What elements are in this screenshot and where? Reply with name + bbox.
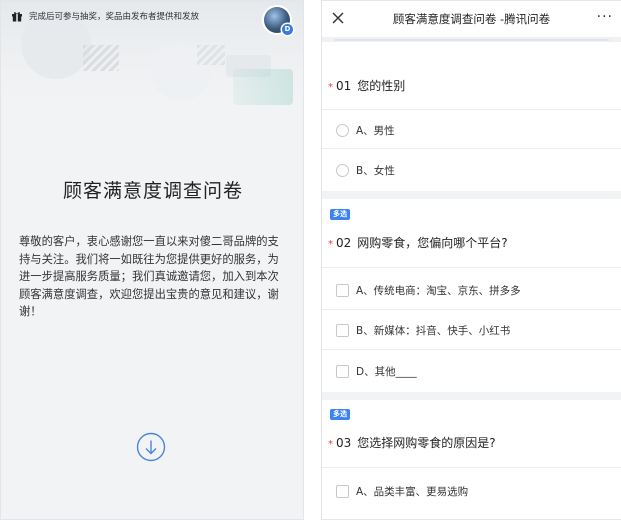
option-label: A、男性 [356, 125, 395, 137]
option-radio[interactable]: A、男性 [336, 123, 395, 138]
progress-track [322, 37, 621, 42]
question-number: 01 [336, 79, 352, 93]
survey-title: 顾客满意度调查问卷 [62, 180, 243, 202]
required-marker: * [328, 82, 333, 93]
option-checkbox[interactable]: D、其他____ [336, 364, 417, 379]
decor-green [233, 69, 293, 105]
radio-button[interactable] [336, 124, 349, 137]
multi-select-badge: 多选 [330, 409, 350, 420]
survey-questions-panel: 顾客满意度调查问卷 -腾讯问卷 ··· * 01 您的性别 A、男性 B、女性 多选… [321, 0, 621, 520]
question-number: 03 [336, 436, 352, 450]
survey-cover-panel: 完成后可参与抽奖，奖品由发布者提供和发放 D 顾客满意度调查问卷 尊敬的客户，衷… [0, 0, 304, 520]
option-checkbox[interactable]: A、传统电商：淘宝、京东、拼多多 [336, 283, 521, 298]
close-button[interactable] [330, 10, 346, 26]
divider [322, 349, 621, 350]
question-title: * 02 网购零食，您偏向哪个平台? [328, 234, 508, 251]
question-title: * 03 您选择网购零食的原因是? [328, 434, 496, 451]
option-label: B、女性 [356, 165, 395, 177]
decor-stripes [197, 45, 225, 65]
question-text: 网购零食，您偏向哪个平台? [357, 236, 508, 250]
option-label: A、传统电商：淘宝、京东、拼多多 [356, 285, 521, 297]
question-text: 您的性别 [357, 79, 406, 93]
more-options-button[interactable]: ··· [597, 10, 613, 24]
question-title: * 01 您的性别 [328, 77, 405, 94]
question-number: 02 [336, 236, 352, 250]
section-gap [322, 392, 621, 400]
option-label: A、品类丰富、更易选购 [356, 486, 469, 498]
navigation-bar: 顾客满意度调查问卷 -腾讯问卷 ··· [322, 1, 621, 37]
checkbox[interactable] [336, 284, 349, 297]
close-icon [332, 12, 344, 24]
divider [322, 109, 621, 110]
option-checkbox[interactable]: B、新媒体：抖音、快手、小红书 [336, 323, 510, 338]
required-marker: * [328, 439, 333, 450]
divider [322, 148, 621, 149]
divider [322, 467, 621, 468]
required-marker: * [328, 239, 333, 250]
arrow-down-circle-icon [136, 432, 166, 462]
page-title: 顾客满意度调查问卷 -腾讯问卷 [392, 12, 551, 26]
multi-select-badge: 多选 [330, 209, 350, 220]
option-checkbox[interactable]: A、品类丰富、更易选购 [336, 484, 468, 499]
option-label: D、其他____ [356, 366, 417, 378]
divider [322, 309, 621, 310]
lottery-notice-text: 完成后可参与抽奖，奖品由发布者提供和发放 [29, 12, 200, 22]
option-label: B、新媒体：抖音、快手、小红书 [356, 325, 511, 337]
divider [322, 267, 621, 268]
section-gap [322, 191, 621, 199]
avatar[interactable]: D [264, 7, 293, 35]
survey-description: 尊敬的客户，衷心感谢您一直以来对傻二哥品牌的支持与关注。我们将一如既往为您提供更… [19, 235, 279, 318]
checkbox[interactable] [336, 485, 349, 498]
gift-icon [11, 10, 23, 22]
radio-button[interactable] [336, 164, 349, 177]
decor-stripes [83, 45, 119, 71]
checkbox[interactable] [336, 365, 349, 378]
avatar-badge: D [282, 24, 293, 35]
checkbox[interactable] [336, 324, 349, 337]
lottery-notice: 完成后可参与抽奖，奖品由发布者提供和发放 [11, 8, 199, 24]
question-text: 您选择网购零食的原因是? [357, 436, 496, 450]
option-radio[interactable]: B、女性 [336, 163, 395, 178]
scroll-down-button[interactable] [136, 432, 166, 462]
